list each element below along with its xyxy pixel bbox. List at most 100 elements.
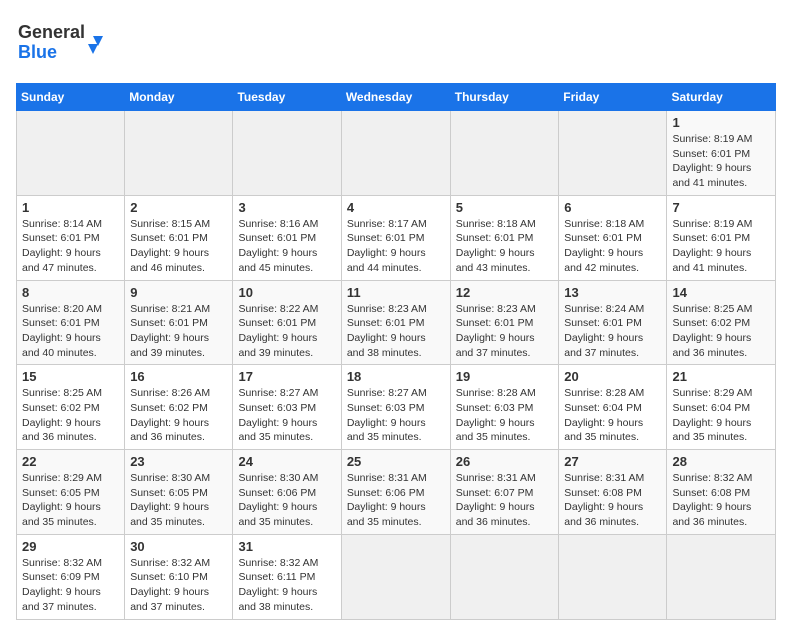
header-monday: Monday [125, 84, 233, 111]
day-number: 11 [347, 285, 445, 300]
calendar-cell: 2 Sunrise: 8:15 AMSunset: 6:01 PMDayligh… [125, 195, 233, 280]
calendar-table: SundayMondayTuesdayWednesdayThursdayFrid… [16, 83, 776, 620]
calendar-week-2: 8 Sunrise: 8:20 AMSunset: 6:01 PMDayligh… [17, 280, 776, 365]
calendar-cell [125, 111, 233, 196]
day-info: Sunrise: 8:22 AMSunset: 6:01 PMDaylight:… [238, 303, 318, 359]
calendar-cell: 21 Sunrise: 8:29 AMSunset: 6:04 PMDaylig… [667, 365, 776, 450]
calendar-cell: 10 Sunrise: 8:22 AMSunset: 6:01 PMDaylig… [233, 280, 341, 365]
day-number: 7 [672, 200, 770, 215]
calendar-cell: 16 Sunrise: 8:26 AMSunset: 6:02 PMDaylig… [125, 365, 233, 450]
day-number: 30 [130, 539, 227, 554]
calendar-cell [559, 111, 667, 196]
day-number: 5 [456, 200, 554, 215]
calendar-cell: 24 Sunrise: 8:30 AMSunset: 6:06 PMDaylig… [233, 450, 341, 535]
day-number: 19 [456, 369, 554, 384]
calendar-cell: 29 Sunrise: 8:32 AMSunset: 6:09 PMDaylig… [17, 534, 125, 619]
day-number: 25 [347, 454, 445, 469]
calendar-cell [667, 534, 776, 619]
day-info: Sunrise: 8:32 AMSunset: 6:09 PMDaylight:… [22, 557, 102, 613]
day-number: 28 [672, 454, 770, 469]
day-info: Sunrise: 8:32 AMSunset: 6:08 PMDaylight:… [672, 472, 752, 528]
day-number: 29 [22, 539, 119, 554]
day-info: Sunrise: 8:14 AMSunset: 6:01 PMDaylight:… [22, 218, 102, 274]
day-info: Sunrise: 8:23 AMSunset: 6:01 PMDaylight:… [456, 303, 536, 359]
calendar-cell: 18 Sunrise: 8:27 AMSunset: 6:03 PMDaylig… [341, 365, 450, 450]
day-info: Sunrise: 8:19 AMSunset: 6:01 PMDaylight:… [672, 133, 752, 189]
logo: General Blue [16, 16, 106, 71]
day-info: Sunrise: 8:31 AMSunset: 6:08 PMDaylight:… [564, 472, 644, 528]
calendar-cell: 12 Sunrise: 8:23 AMSunset: 6:01 PMDaylig… [450, 280, 559, 365]
day-info: Sunrise: 8:29 AMSunset: 6:05 PMDaylight:… [22, 472, 102, 528]
calendar-cell: 3 Sunrise: 8:16 AMSunset: 6:01 PMDayligh… [233, 195, 341, 280]
page-header: General Blue [16, 16, 776, 71]
day-number: 14 [672, 285, 770, 300]
calendar-cell: 4 Sunrise: 8:17 AMSunset: 6:01 PMDayligh… [341, 195, 450, 280]
calendar-cell: 13 Sunrise: 8:24 AMSunset: 6:01 PMDaylig… [559, 280, 667, 365]
svg-text:Blue: Blue [18, 42, 57, 62]
calendar-week-4: 22 Sunrise: 8:29 AMSunset: 6:05 PMDaylig… [17, 450, 776, 535]
header-wednesday: Wednesday [341, 84, 450, 111]
day-info: Sunrise: 8:16 AMSunset: 6:01 PMDaylight:… [238, 218, 318, 274]
calendar-cell: 6 Sunrise: 8:18 AMSunset: 6:01 PMDayligh… [559, 195, 667, 280]
calendar-cell: 1 Sunrise: 8:19 AMSunset: 6:01 PMDayligh… [667, 111, 776, 196]
day-info: Sunrise: 8:32 AMSunset: 6:10 PMDaylight:… [130, 557, 210, 613]
calendar-week-5: 29 Sunrise: 8:32 AMSunset: 6:09 PMDaylig… [17, 534, 776, 619]
day-number: 6 [564, 200, 661, 215]
day-number: 21 [672, 369, 770, 384]
day-number: 24 [238, 454, 335, 469]
day-number: 15 [22, 369, 119, 384]
day-info: Sunrise: 8:24 AMSunset: 6:01 PMDaylight:… [564, 303, 644, 359]
calendar-cell [450, 111, 559, 196]
day-info: Sunrise: 8:31 AMSunset: 6:06 PMDaylight:… [347, 472, 427, 528]
day-number: 27 [564, 454, 661, 469]
day-info: Sunrise: 8:31 AMSunset: 6:07 PMDaylight:… [456, 472, 536, 528]
day-info: Sunrise: 8:25 AMSunset: 6:02 PMDaylight:… [22, 387, 102, 443]
calendar-cell [233, 111, 341, 196]
day-number: 8 [22, 285, 119, 300]
day-info: Sunrise: 8:18 AMSunset: 6:01 PMDaylight:… [564, 218, 644, 274]
day-number: 22 [22, 454, 119, 469]
calendar-cell: 5 Sunrise: 8:18 AMSunset: 6:01 PMDayligh… [450, 195, 559, 280]
calendar-cell: 8 Sunrise: 8:20 AMSunset: 6:01 PMDayligh… [17, 280, 125, 365]
day-number: 18 [347, 369, 445, 384]
day-number: 1 [22, 200, 119, 215]
header-friday: Friday [559, 84, 667, 111]
calendar-cell: 26 Sunrise: 8:31 AMSunset: 6:07 PMDaylig… [450, 450, 559, 535]
calendar-cell: 27 Sunrise: 8:31 AMSunset: 6:08 PMDaylig… [559, 450, 667, 535]
day-number: 26 [456, 454, 554, 469]
calendar-week-3: 15 Sunrise: 8:25 AMSunset: 6:02 PMDaylig… [17, 365, 776, 450]
day-info: Sunrise: 8:27 AMSunset: 6:03 PMDaylight:… [238, 387, 318, 443]
calendar-cell [341, 534, 450, 619]
calendar-week-1: 1 Sunrise: 8:14 AMSunset: 6:01 PMDayligh… [17, 195, 776, 280]
day-number: 16 [130, 369, 227, 384]
calendar-cell: 14 Sunrise: 8:25 AMSunset: 6:02 PMDaylig… [667, 280, 776, 365]
calendar-cell: 20 Sunrise: 8:28 AMSunset: 6:04 PMDaylig… [559, 365, 667, 450]
header-sunday: Sunday [17, 84, 125, 111]
day-number: 10 [238, 285, 335, 300]
day-info: Sunrise: 8:20 AMSunset: 6:01 PMDaylight:… [22, 303, 102, 359]
calendar-cell: 1 Sunrise: 8:14 AMSunset: 6:01 PMDayligh… [17, 195, 125, 280]
header-tuesday: Tuesday [233, 84, 341, 111]
header-saturday: Saturday [667, 84, 776, 111]
day-info: Sunrise: 8:29 AMSunset: 6:04 PMDaylight:… [672, 387, 752, 443]
day-number: 23 [130, 454, 227, 469]
day-number: 3 [238, 200, 335, 215]
header-thursday: Thursday [450, 84, 559, 111]
day-number: 13 [564, 285, 661, 300]
day-info: Sunrise: 8:32 AMSunset: 6:11 PMDaylight:… [238, 557, 318, 613]
calendar-cell [341, 111, 450, 196]
day-info: Sunrise: 8:17 AMSunset: 6:01 PMDaylight:… [347, 218, 427, 274]
day-info: Sunrise: 8:30 AMSunset: 6:06 PMDaylight:… [238, 472, 318, 528]
day-number: 9 [130, 285, 227, 300]
calendar-cell [450, 534, 559, 619]
day-number: 4 [347, 200, 445, 215]
day-info: Sunrise: 8:23 AMSunset: 6:01 PMDaylight:… [347, 303, 427, 359]
day-info: Sunrise: 8:28 AMSunset: 6:03 PMDaylight:… [456, 387, 536, 443]
day-info: Sunrise: 8:28 AMSunset: 6:04 PMDaylight:… [564, 387, 644, 443]
calendar-week-0: 1 Sunrise: 8:19 AMSunset: 6:01 PMDayligh… [17, 111, 776, 196]
calendar-cell: 17 Sunrise: 8:27 AMSunset: 6:03 PMDaylig… [233, 365, 341, 450]
day-info: Sunrise: 8:15 AMSunset: 6:01 PMDaylight:… [130, 218, 210, 274]
calendar-cell [17, 111, 125, 196]
day-info: Sunrise: 8:27 AMSunset: 6:03 PMDaylight:… [347, 387, 427, 443]
calendar-cell: 31 Sunrise: 8:32 AMSunset: 6:11 PMDaylig… [233, 534, 341, 619]
